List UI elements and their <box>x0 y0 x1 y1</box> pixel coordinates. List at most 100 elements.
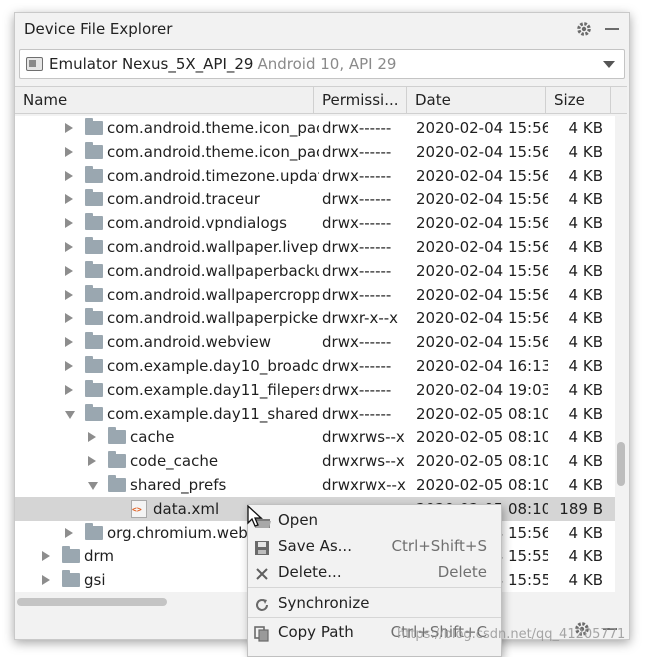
chevron-right-icon[interactable] <box>65 290 73 300</box>
file-name: com.example.day11_sharedpreferences <box>107 405 319 423</box>
column-header-name[interactable]: Name <box>15 87 314 113</box>
copy-icon <box>254 624 270 642</box>
chevron-right-icon[interactable] <box>88 456 96 466</box>
size-cell: 4 KB <box>568 571 603 589</box>
file-name: com.android.timezone.updater <box>107 167 319 185</box>
folder-row[interactable]: com.android.vpndialogs drwx------ 2020-02-… <box>15 211 615 235</box>
mouse-pointer-icon <box>247 505 263 527</box>
folder-icon <box>108 427 126 444</box>
folder-icon <box>85 237 103 254</box>
file-name: gsi <box>84 571 106 589</box>
menu-item-save-as[interactable]: Save As... Ctrl+Shift+S <box>248 533 501 559</box>
folder-row[interactable]: com.android.wallpaper.livepickerdrwx----… <box>15 235 615 259</box>
date-cell: 2020-02-04 15:56 <box>416 238 548 256</box>
chevron-right-icon[interactable] <box>65 123 73 133</box>
permissions-cell: drwx------ <box>322 286 392 304</box>
vertical-scrollbar[interactable] <box>615 116 627 592</box>
folder-icon <box>85 308 103 325</box>
chevron-right-icon[interactable] <box>65 313 73 323</box>
watermark: https://blog.csdn.net/qq_41205771 <box>397 627 626 642</box>
folder-row[interactable]: com.example.day11_filepersistencedrwx---… <box>15 378 615 402</box>
menu-separator <box>248 617 501 618</box>
chevron-down-icon[interactable] <box>65 411 75 419</box>
folder-row[interactable]: shared_prefs drwxrwx--x 2020-02-05 08:10 4 … <box>15 473 615 497</box>
name-cell: com.android.theme.icon_pack.rounded.them… <box>15 140 319 164</box>
chevron-right-icon[interactable] <box>65 361 73 371</box>
name-cell: com.android.wallpaper.livepicker <box>15 235 319 259</box>
date-cell: 2020-02-04 16:13 <box>416 357 548 375</box>
column-header-date[interactable]: Date <box>407 87 546 113</box>
chevron-right-icon[interactable] <box>65 171 73 181</box>
table-header: Name Permissi... Date Size <box>15 86 627 114</box>
permissions-cell: drwxrws--x <box>322 452 405 470</box>
chevron-right-icon[interactable] <box>65 242 73 252</box>
permissions-cell: drwx------ <box>322 214 392 232</box>
folder-row[interactable]: com.android.timezone.updater drwx------ 20… <box>15 164 615 188</box>
chevron-right-icon[interactable] <box>65 266 73 276</box>
xml-file-icon <box>131 500 147 518</box>
chevron-right-icon[interactable] <box>42 551 50 561</box>
chevron-right-icon[interactable] <box>65 194 73 204</box>
file-name: com.android.wallpaperpicker <box>107 309 319 327</box>
folder-icon <box>85 142 103 159</box>
gear-icon[interactable] <box>573 18 595 40</box>
folder-icon <box>85 380 103 397</box>
size-cell: 4 KB <box>568 309 603 327</box>
name-cell: com.example.day11_filepersistence <box>15 378 319 402</box>
horizontal-scroll-thumb[interactable] <box>17 598 167 606</box>
save-icon <box>254 538 270 555</box>
chevron-right-icon[interactable] <box>65 528 73 538</box>
name-cell: com.android.webview <box>15 330 319 354</box>
permissions-cell: drwx------ <box>322 381 392 399</box>
column-header-permissions[interactable]: Permissi... <box>314 87 407 113</box>
chevron-right-icon[interactable] <box>65 218 73 228</box>
menu-item-delete[interactable]: Delete... Delete <box>248 559 501 585</box>
minimize-icon[interactable] <box>601 18 623 40</box>
permissions-cell: drwx------ <box>322 405 392 423</box>
menu-item-open[interactable]: Open <box>248 507 501 533</box>
folder-row[interactable]: com.android.theme.icon_pack.rounded.them… <box>15 140 615 164</box>
chevron-right-icon[interactable] <box>88 432 96 442</box>
folder-row[interactable]: com.android.wallpaperpicker drwxr-x--x 202… <box>15 306 615 330</box>
chevron-right-icon[interactable] <box>65 147 73 157</box>
folder-icon <box>108 451 126 468</box>
folder-row[interactable]: com.android.traceur drwx------ 2020-02-04 … <box>15 187 615 211</box>
date-cell: 2020-02-05 08:10 <box>416 476 548 494</box>
permissions-cell: drwx------ <box>322 190 392 208</box>
name-cell: com.android.wallpapercropper <box>15 283 319 307</box>
permissions-cell: drwx------ <box>322 357 392 375</box>
chevron-down-icon[interactable] <box>88 482 98 490</box>
chevron-right-icon[interactable] <box>42 575 50 585</box>
folder-row[interactable]: code_cache drwxrws--x 2020-02-05 08:10 4 KB <box>15 449 615 473</box>
folder-row[interactable]: cache drwxrws--x 2020-02-05 08:10 4 KB <box>15 425 615 449</box>
date-cell: 2020-02-04 15:56 <box>416 286 548 304</box>
date-cell: 2020-02-04 15:56 <box>416 190 548 208</box>
file-name: com.example.day10_broadcast <box>107 357 319 375</box>
size-cell: 4 KB <box>568 190 603 208</box>
permissions-cell: drwxr-x--x <box>322 309 399 327</box>
chevron-right-icon[interactable] <box>65 337 73 347</box>
device-dropdown[interactable]: Emulator Nexus_5X_API_29 Android 10, API… <box>19 49 625 79</box>
folder-row[interactable]: com.android.theme.icon_pack.rounded.syst… <box>15 116 615 140</box>
name-cell: shared_prefs <box>15 473 319 497</box>
folder-icon <box>85 213 103 230</box>
name-cell: com.android.theme.icon_pack.rounded.syst… <box>15 116 319 140</box>
column-header-size[interactable]: Size <box>546 87 611 113</box>
folder-row[interactable]: com.android.wallpaperbackup drwx------ 202… <box>15 259 615 283</box>
folder-row[interactable]: com.example.day11_sharedpreferencesdrwx-… <box>15 402 615 426</box>
file-name: shared_prefs <box>130 476 227 494</box>
permissions-cell: drwx------ <box>322 333 392 351</box>
size-cell: 4 KB <box>568 119 603 137</box>
vertical-scroll-thumb[interactable] <box>617 442 625 486</box>
chevron-down-icon[interactable] <box>603 61 615 68</box>
date-cell: 2020-02-04 15:56 <box>416 309 548 327</box>
menu-item-synchronize[interactable]: Synchronize <box>248 590 501 616</box>
chevron-right-icon[interactable] <box>65 385 73 395</box>
folder-row[interactable]: com.android.webview drwx------ 2020-02-04 … <box>15 330 615 354</box>
file-name: com.android.traceur <box>107 190 260 208</box>
folder-row[interactable]: com.android.wallpapercropper drwx------ 20… <box>15 283 615 307</box>
folder-icon <box>62 570 80 587</box>
date-cell: 2020-02-04 19:03 <box>416 381 548 399</box>
folder-row[interactable]: com.example.day10_broadcast drwx------ 202… <box>15 354 615 378</box>
date-cell: 2020-02-04 15:56 <box>416 167 548 185</box>
